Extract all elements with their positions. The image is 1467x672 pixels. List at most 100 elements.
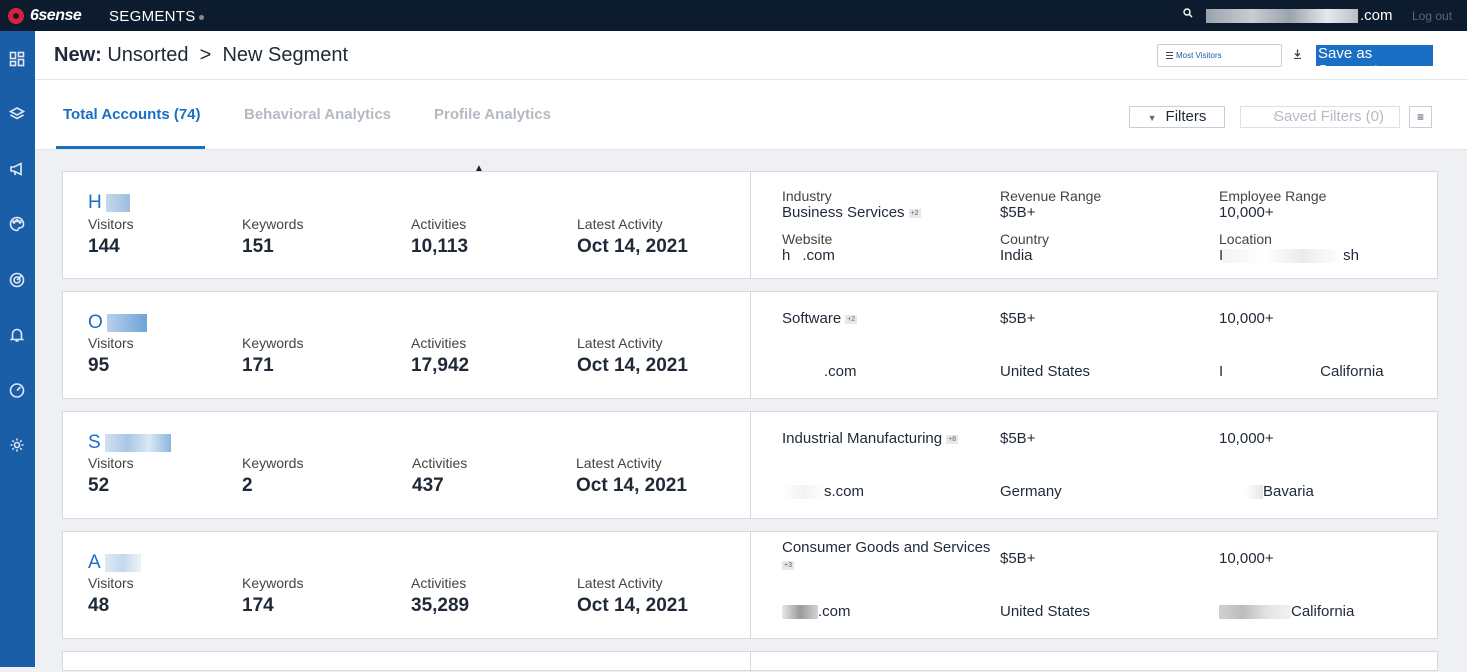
keywords-stat: Keywords 174 [242,575,304,616]
breadcrumb-folder[interactable]: Unsorted [107,44,188,66]
megaphone-icon[interactable] [8,160,26,178]
app-title[interactable]: SEGMENTS [109,8,204,25]
account-name[interactable]: A [88,552,141,574]
tabs-bar: Total Accounts (74) Behavioral Analytics… [35,80,1467,150]
employee-field: Employee Range 10,000+ [1219,188,1327,221]
tab-total-accounts[interactable]: Total Accounts (74) [63,106,201,123]
account-name[interactable]: O [88,312,147,334]
brand-logo-icon [8,8,24,24]
brand-logo[interactable]: 6sense [8,7,82,25]
location-redacted [1223,249,1344,264]
sort-dropdown[interactable]: Most Visitors [1157,44,1282,67]
filter-icon: ▼ [1147,113,1157,123]
activities-stat: Activities 35,289 [411,575,470,616]
search-icon[interactable] [1183,8,1195,22]
website-redacted [782,365,824,380]
industry-more-badge[interactable]: +8 [946,434,959,444]
user-email: .com [1206,7,1393,24]
industry-more-badge[interactable]: +3 [782,560,794,570]
visitors-stat: Visitors 144 [88,216,134,257]
account-card[interactable] [62,651,1438,672]
saved-filters-button[interactable]: › Saved Filters (0) [1240,106,1400,128]
account-initial: O [88,312,103,333]
sort-icon [1166,52,1173,59]
employee-field: 10,000+ [1219,430,1274,447]
app-title-text: SEGMENTS [109,8,196,25]
card-divider [750,412,751,518]
activities-stat: Activities 17,942 [411,335,470,376]
saved-filters-label: Saved Filters (0) [1273,108,1384,125]
card-divider [750,292,751,398]
industry-more-badge[interactable]: +2 [908,208,921,218]
account-name-redacted [104,434,171,452]
filters-button-label: Filters [1165,108,1207,125]
country-field: United States [1000,363,1091,380]
account-card[interactable]: O Visitors 95 Keywords 171 Activities 17,94… [62,291,1438,399]
top-bar: 6sense SEGMENTS .com Log out [0,0,1467,31]
website-field: .com [782,363,857,380]
activities-stat: Activities 437 [412,455,468,496]
country-field: United States [1000,603,1091,620]
industry-field: Industrial Manufacturing +8 [782,430,959,447]
latest-activity-stat: Latest Activity Oct 14, 2021 [577,575,688,616]
account-name[interactable]: S [88,432,171,454]
website-redacted [782,605,818,620]
brand-name: 6sense [30,7,82,24]
bell-icon[interactable] [8,326,26,344]
account-card[interactable]: H Visitors 144 Keywords 151 Activities 10,1… [62,171,1438,279]
radar-icon[interactable] [8,271,26,289]
account-initial: A [88,552,101,573]
dashboard-icon[interactable] [8,50,26,68]
country-field: Country India [1000,231,1050,264]
location-field: Location Ish [1219,231,1360,264]
industry-more-badge[interactable]: +2 [845,314,858,324]
industry-field: Industry Business Services +2 [782,188,921,221]
latest-activity-stat: Latest Activity Oct 14, 2021 [577,216,688,257]
card-divider [750,532,751,638]
menu-icon[interactable]: ≡ [1409,106,1432,128]
account-card[interactable]: A Visitors 48 Keywords 174 Activities 35,28… [62,531,1438,639]
website-field: Website h .com [782,231,835,264]
revenue-field: $5B+ [1000,430,1036,447]
download-icon[interactable] [1293,49,1302,62]
revenue-field: $5B+ [1000,550,1036,567]
website-field: .com [782,603,851,620]
tab-profile-analytics[interactable]: Profile Analytics [434,106,551,123]
account-name[interactable]: H [88,192,130,214]
palette-icon[interactable] [8,215,26,233]
gauge-icon[interactable] [8,381,26,399]
location-field: California [1219,603,1354,620]
logout-link[interactable]: Log out [1412,9,1452,23]
account-card[interactable]: S Visitors 52 Keywords 2 Activities 437 Lat… [62,411,1438,519]
visitors-stat: Visitors 52 [88,455,134,496]
location-redacted [1219,485,1263,500]
latest-activity-stat: Latest Activity Oct 14, 2021 [576,455,687,496]
save-as-segment-button[interactable]: Save as Segment [1316,45,1433,79]
account-name-redacted [104,554,141,572]
location-redacted [1223,365,1321,380]
filters-button[interactable]: ▼ Filters [1129,106,1225,128]
active-tab-indicator [56,146,205,149]
website-redacted [782,485,824,500]
account-name-redacted [106,314,147,332]
page-title: New Segment [222,44,349,66]
revenue-field: Revenue Range $5B+ [1000,188,1102,221]
industry-field: Software +2 [782,310,858,327]
location-field: Bavaria [1219,483,1314,500]
keywords-stat: Keywords 171 [242,335,304,376]
card-divider [750,172,751,278]
account-initial: H [88,192,102,213]
revenue-field: $5B+ [1000,310,1036,327]
keywords-stat: Keywords 151 [242,216,304,257]
breadcrumb: New: Unsorted > New Segment [54,44,348,67]
location-field: I California [1219,363,1384,380]
tab-behavioral-analytics[interactable]: Behavioral Analytics [244,106,391,123]
app-title-dot [198,14,204,20]
location-redacted [1219,605,1291,620]
sidebar [0,31,35,667]
employee-field: 10,000+ [1219,550,1274,567]
website-redacted [790,249,803,264]
industry-field: Consumer Goods and Services +3 [782,539,991,570]
layers-icon[interactable] [8,105,26,123]
gear-icon[interactable] [8,436,26,454]
